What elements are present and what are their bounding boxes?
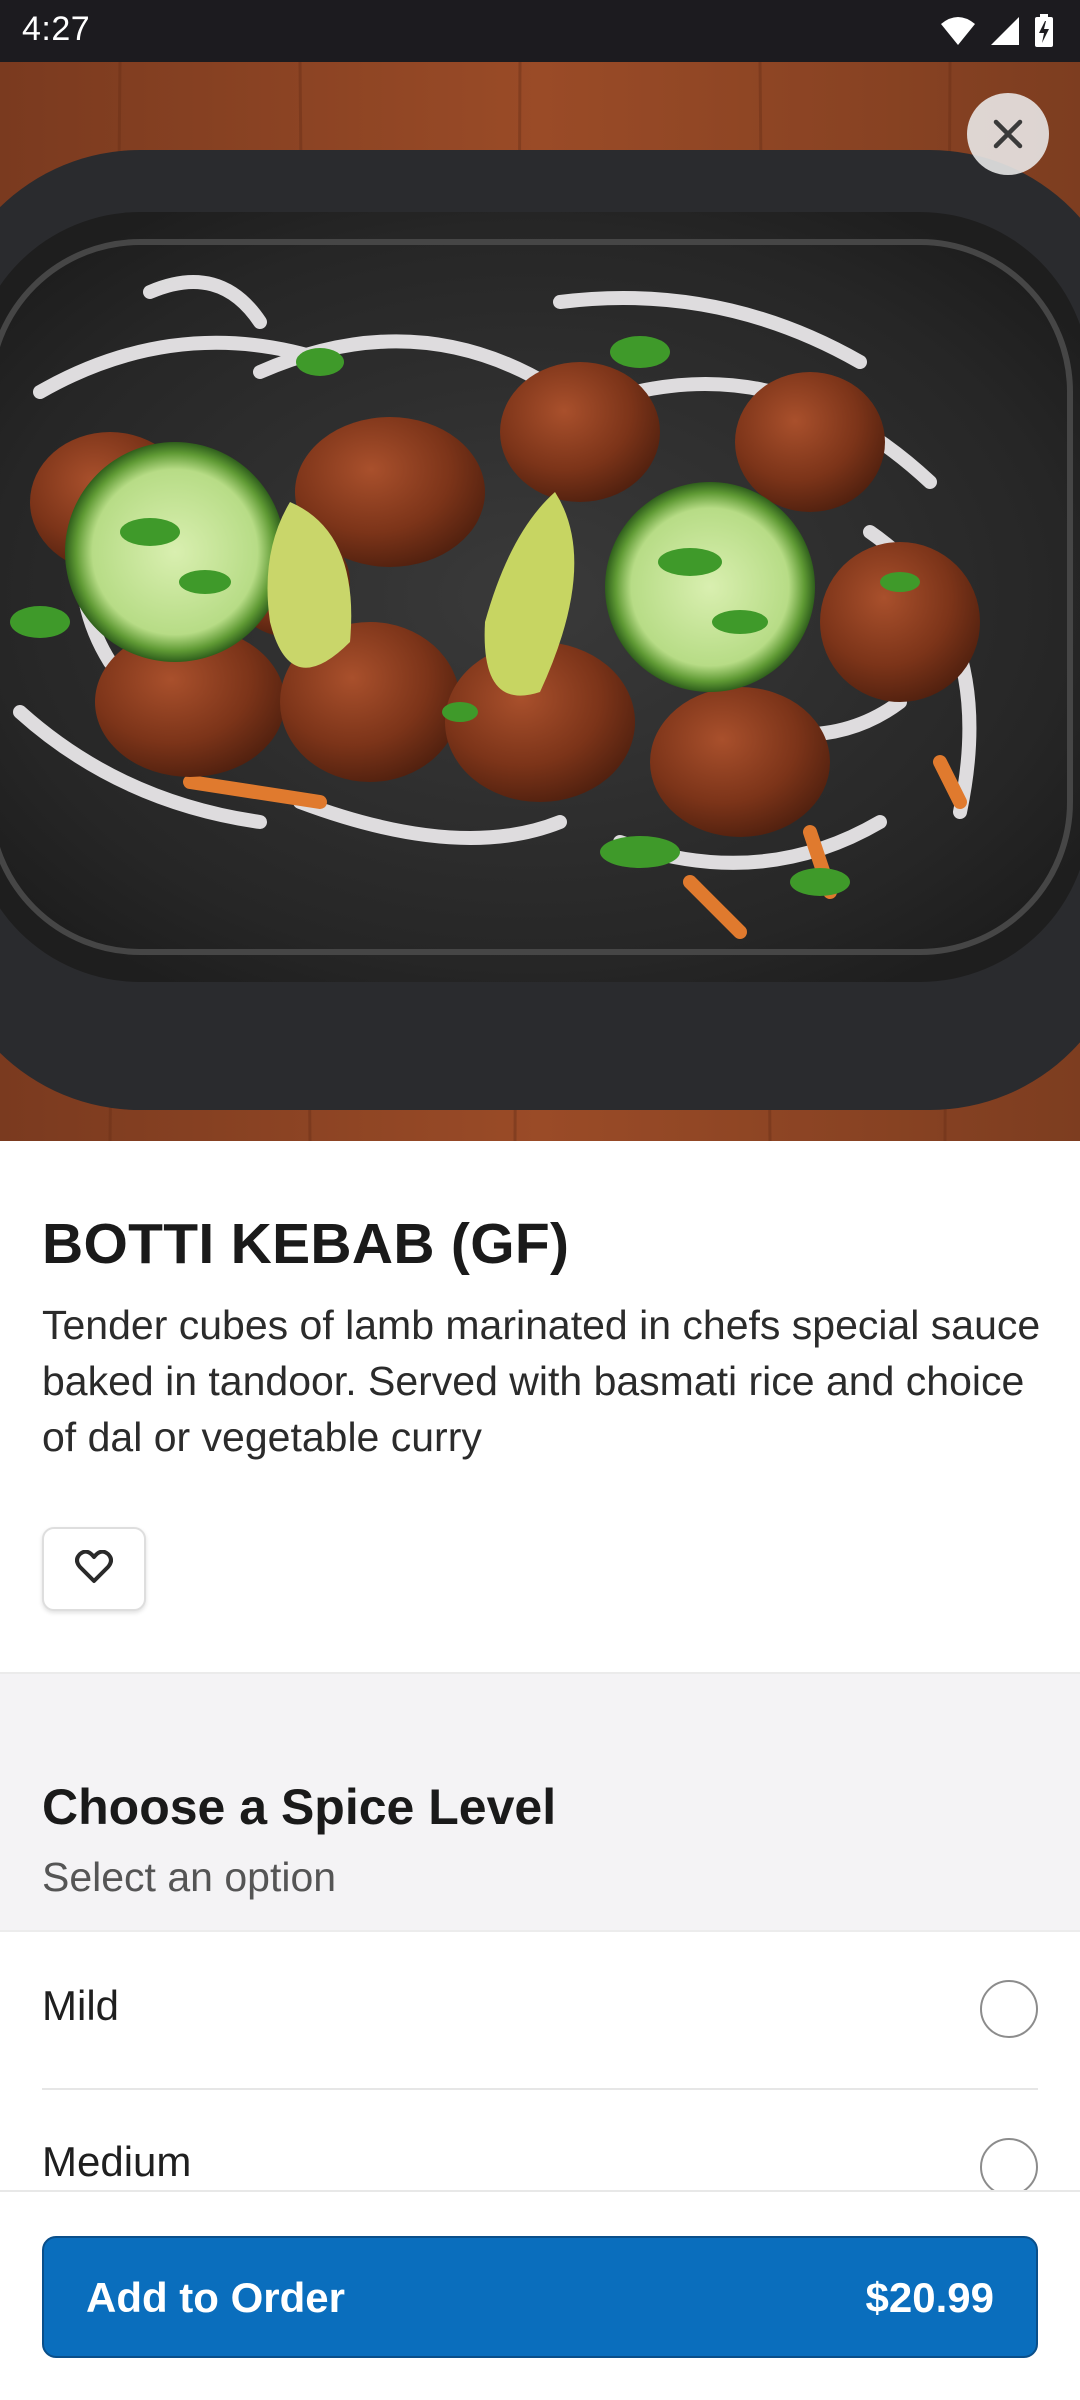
option-label: Medium — [42, 2138, 192, 2185]
status-icons — [940, 12, 1054, 50]
radio-button[interactable] — [980, 2138, 1038, 2196]
option-label: Mild — [42, 1982, 120, 2029]
battery-charging-icon — [1034, 14, 1054, 48]
cellular-signal-icon — [990, 16, 1020, 46]
close-button[interactable] — [967, 93, 1049, 175]
add-to-order-label: Add to Order — [86, 2274, 345, 2321]
radio-button[interactable] — [980, 1980, 1038, 2038]
item-description: Tender cubes of lamb marinated in chefs … — [42, 1302, 1041, 1460]
favorite-button[interactable] — [42, 1527, 146, 1611]
order-price: $20.99 — [865, 2274, 994, 2321]
option-mild[interactable]: Mild — [42, 1932, 1038, 2082]
order-bar: Add to Order $20.99 — [0, 2190, 1080, 2400]
item-photo — [0, 62, 1080, 1141]
spice-level-title: Choose a Spice Level — [42, 1779, 557, 1835]
add-to-order-button[interactable]: Add to Order $20.99 — [42, 2236, 1038, 2358]
spice-level-subtitle: Select an option — [42, 1854, 337, 1900]
wifi-icon — [940, 16, 976, 46]
heart-outline-icon — [75, 1549, 113, 1589]
item-title: BOTTI KEBAB (GF) — [42, 1212, 570, 1276]
status-time: 4:27 — [22, 10, 91, 48]
spice-level-options: Mild Medium — [0, 1930, 1080, 2196]
status-bar: 4:27 — [0, 0, 1080, 62]
item-details: BOTTI KEBAB (GF) Tender cubes of lamb ma… — [0, 1141, 1080, 1673]
close-icon — [991, 117, 1025, 151]
spice-level-header: Choose a Spice Level Select an option — [0, 1674, 1080, 1930]
